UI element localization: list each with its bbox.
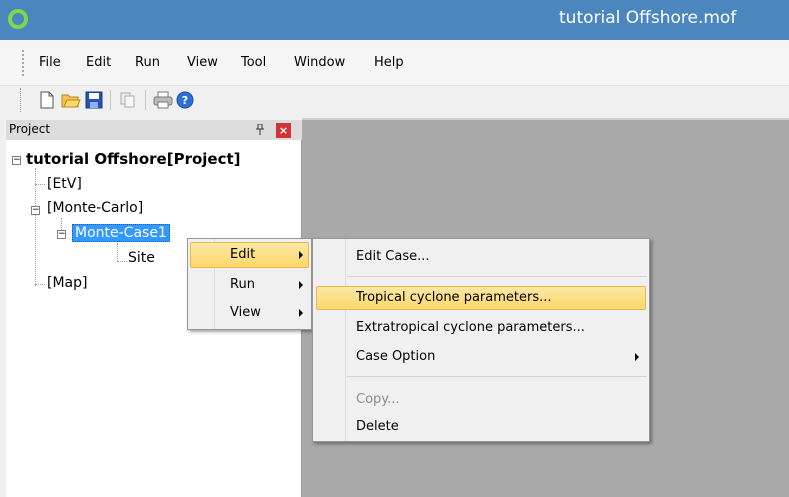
tree-line [117, 243, 118, 261]
copy-icon[interactable] [118, 90, 138, 110]
context-item-run[interactable]: Run [230, 277, 255, 292]
context-menu: Edit Run View [187, 238, 312, 330]
tree-item-monte-carlo[interactable]: [Monte-Carlo] [47, 200, 143, 216]
help-icon[interactable]: ? [175, 90, 195, 110]
menu-gutter [345, 239, 346, 441]
submenu-arrow-icon [299, 251, 303, 259]
tree-line [35, 184, 45, 185]
pin-icon[interactable] [255, 123, 265, 138]
toolbar-grip [20, 88, 23, 112]
tree-item-map[interactable]: [Map] [47, 275, 87, 291]
print-icon[interactable] [153, 90, 173, 110]
window-title: tutorial Offshore.mof [559, 8, 737, 28]
tree-item-site[interactable]: Site [128, 250, 155, 266]
submenu-arrow-icon [299, 281, 303, 289]
open-folder-icon[interactable] [61, 90, 81, 110]
svg-text:?: ? [182, 94, 188, 107]
submenu-copy[interactable]: Copy... [356, 392, 400, 407]
tree-item-monte-case-selected[interactable]: Monte-Case1 [72, 224, 170, 242]
submenu-delete[interactable]: Delete [356, 419, 399, 434]
edit-submenu: Edit Case... Tropical cyclone parameters… [312, 238, 650, 442]
project-panel-title: Project [9, 122, 51, 136]
submenu-extratropical-cyclone[interactable]: Extratropical cyclone parameters... [356, 320, 585, 335]
menu-edit[interactable]: Edit [86, 55, 111, 70]
tree-line [117, 261, 127, 262]
menu-separator [347, 276, 647, 277]
app-logo-icon [8, 9, 28, 29]
new-file-icon[interactable] [37, 90, 57, 110]
menu-run[interactable]: Run [135, 55, 160, 70]
submenu-arrow-icon [635, 353, 639, 361]
context-item-view[interactable]: View [230, 305, 261, 320]
context-item-edit[interactable]: Edit [230, 247, 255, 262]
menu-file[interactable]: File [39, 55, 61, 70]
collapse-icon[interactable]: − [31, 206, 40, 215]
panel-close-icon[interactable]: × [276, 123, 291, 138]
tree-item-etv[interactable]: [EtV] [47, 176, 82, 192]
menu-separator [347, 376, 647, 377]
title-bar: tutorial Offshore.mof [0, 0, 789, 40]
toolbar-separator [110, 90, 111, 110]
tree-root-project[interactable]: tutorial Offshore[Project] [26, 150, 241, 168]
save-icon[interactable] [84, 90, 104, 110]
menu-help[interactable]: Help [374, 55, 404, 70]
menu-view[interactable]: View [187, 55, 218, 70]
submenu-arrow-icon [299, 309, 303, 317]
submenu-case-option[interactable]: Case Option [356, 349, 435, 364]
menubar-grip [22, 50, 24, 76]
menu-tool[interactable]: Tool [241, 55, 266, 70]
toolbar-separator [145, 90, 146, 110]
submenu-edit-case[interactable]: Edit Case... [356, 249, 430, 264]
submenu-tropical-cyclone[interactable]: Tropical cyclone parameters... [356, 290, 552, 305]
tree-line [35, 284, 45, 285]
tree-line [35, 168, 36, 286]
collapse-icon[interactable]: − [57, 230, 66, 239]
menu-window[interactable]: Window [294, 55, 345, 70]
collapse-icon[interactable]: − [12, 156, 21, 165]
